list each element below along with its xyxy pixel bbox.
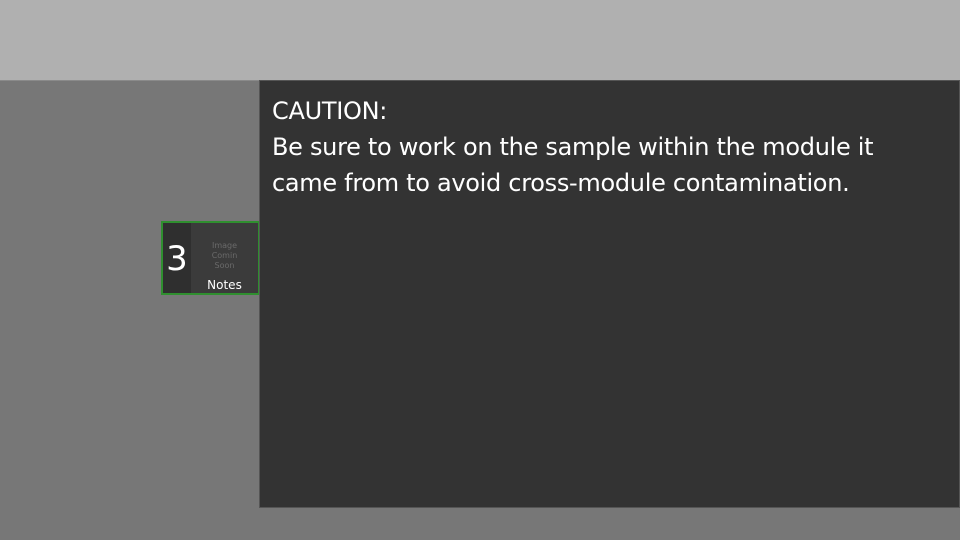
caution-heading: CAUTION: — [272, 97, 388, 125]
image-placeholder: Image Comin Soon — [191, 241, 258, 271]
thumbnail-image: Image Comin Soon Notes — [191, 223, 258, 293]
placeholder-line: Image — [211, 241, 238, 250]
slide-number: 3 — [166, 239, 188, 279]
top-bar — [0, 0, 960, 81]
app-stage: 3 Image Comin Soon Notes CAUTION: Be sur… — [0, 0, 960, 540]
placeholder-line: Soon — [214, 261, 235, 270]
caution-line-2: came from to avoid cross-module contamin… — [272, 169, 850, 197]
thumbnail-label: Notes — [207, 278, 242, 292]
placeholder-line: Comin — [211, 251, 238, 260]
slide-number-column: 3 — [163, 223, 191, 293]
slide-thumbnail-notes[interactable]: 3 Image Comin Soon Notes — [161, 221, 260, 295]
content-panel: CAUTION: Be sure to work on the sample w… — [259, 80, 960, 508]
caution-message: CAUTION: Be sure to work on the sample w… — [272, 93, 952, 201]
caution-line-1: Be sure to work on the sample within the… — [272, 133, 874, 161]
